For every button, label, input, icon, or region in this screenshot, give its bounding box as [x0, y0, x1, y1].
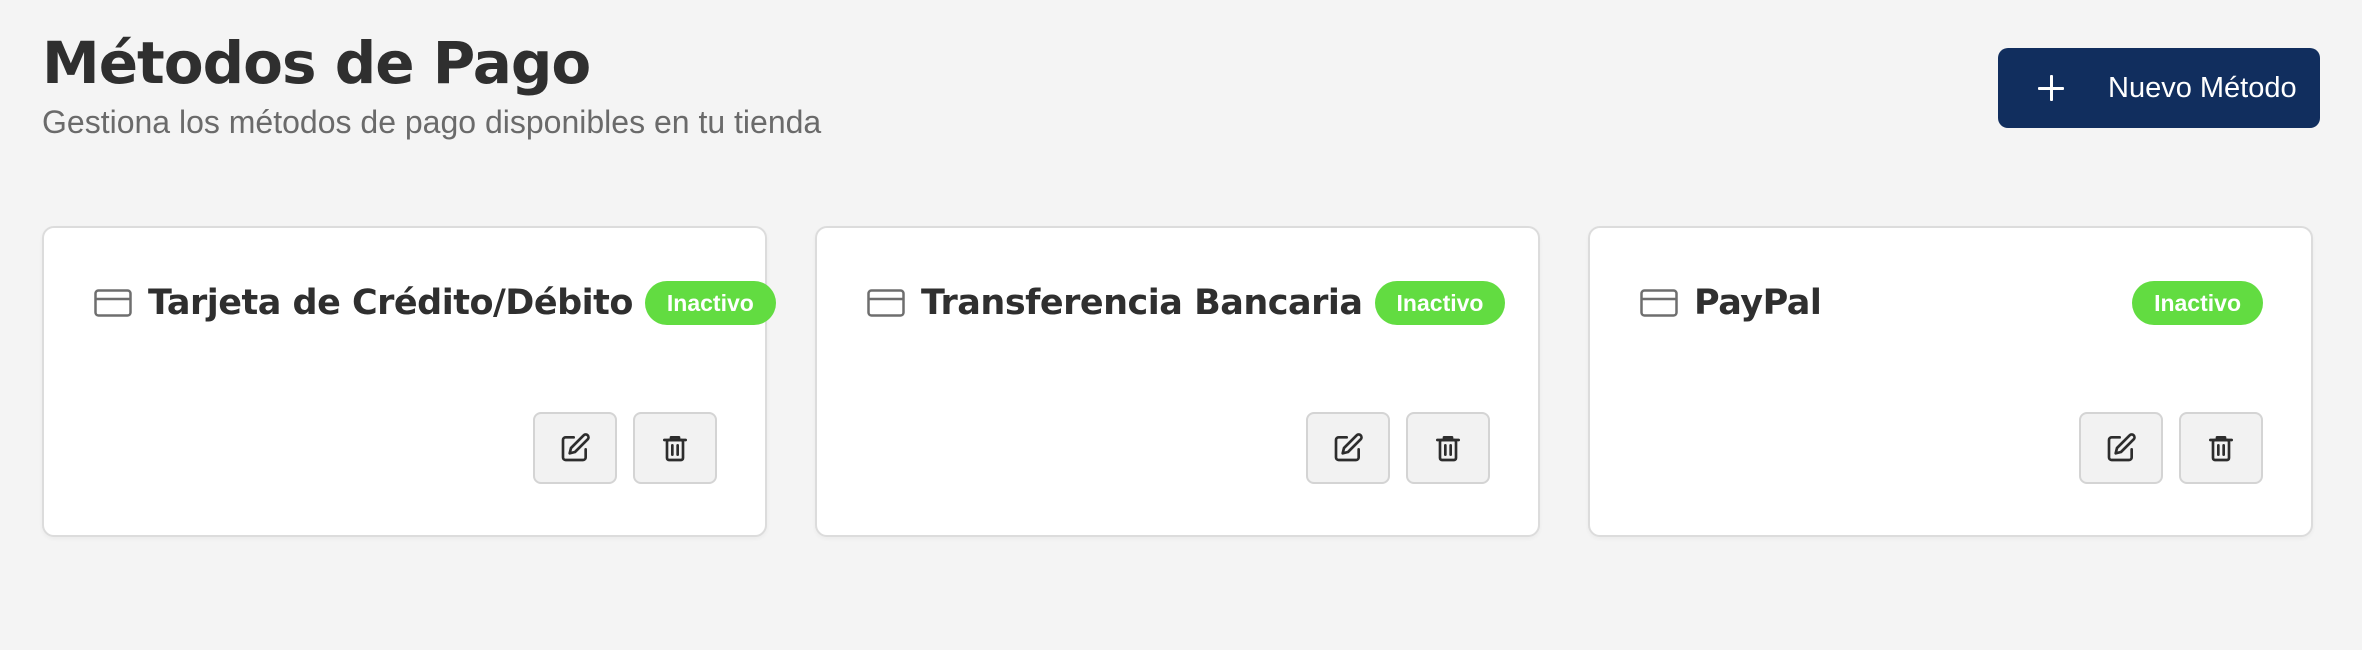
card-header: Transferencia Bancaria Inactivo	[867, 278, 1506, 328]
trash-icon	[663, 436, 687, 462]
credit-card-icon	[867, 289, 905, 317]
payment-method-name: PayPal	[1694, 283, 1822, 323]
edit-button[interactable]	[533, 412, 617, 484]
status-badge: Inactivo	[2132, 281, 2263, 325]
card-actions	[1306, 412, 1490, 484]
card-header: PayPal Inactivo	[1640, 278, 2263, 328]
payment-methods-list: Tarjeta de Crédito/Débito Inactivo Trans…	[42, 226, 2320, 537]
delete-button[interactable]	[633, 412, 717, 484]
edit-icon	[1334, 433, 1363, 462]
new-method-button[interactable]: Nuevo Método	[1998, 48, 2320, 128]
page-title: Métodos de Pago	[42, 29, 591, 97]
payment-method-name: Transferencia Bancaria	[921, 283, 1363, 323]
delete-button[interactable]	[1406, 412, 1490, 484]
payment-method-card: Tarjeta de Crédito/Débito Inactivo	[42, 226, 776, 537]
plus-icon	[2038, 75, 2064, 101]
credit-card-icon	[1640, 289, 1678, 317]
page-subtitle: Gestiona los métodos de pago disponibles…	[42, 104, 822, 140]
status-badge: Inactivo	[1374, 281, 1506, 325]
edit-icon	[2107, 433, 2136, 462]
card-actions	[2079, 412, 2263, 484]
trash-icon	[2209, 436, 2233, 462]
credit-card-icon	[94, 289, 132, 317]
payment-methods-page: Métodos de Pago Gestiona los métodos de …	[0, 0, 2362, 650]
page-header: Métodos de Pago Gestiona los métodos de …	[42, 30, 2320, 196]
payment-method-name: Tarjeta de Crédito/Débito	[148, 283, 633, 323]
status-badge: Inactivo	[644, 281, 776, 325]
payment-method-card: Transferencia Bancaria Inactivo	[815, 226, 1540, 537]
trash-icon	[1436, 436, 1460, 462]
edit-button[interactable]	[1306, 412, 1390, 484]
edit-button[interactable]	[2079, 412, 2163, 484]
new-method-button-label: Nuevo Método	[2108, 71, 2297, 104]
payment-method-card: PayPal Inactivo	[1588, 226, 2313, 537]
card-header: Tarjeta de Crédito/Débito Inactivo	[94, 278, 776, 328]
edit-icon	[561, 433, 590, 462]
delete-button[interactable]	[2179, 412, 2263, 484]
card-actions	[533, 412, 717, 484]
